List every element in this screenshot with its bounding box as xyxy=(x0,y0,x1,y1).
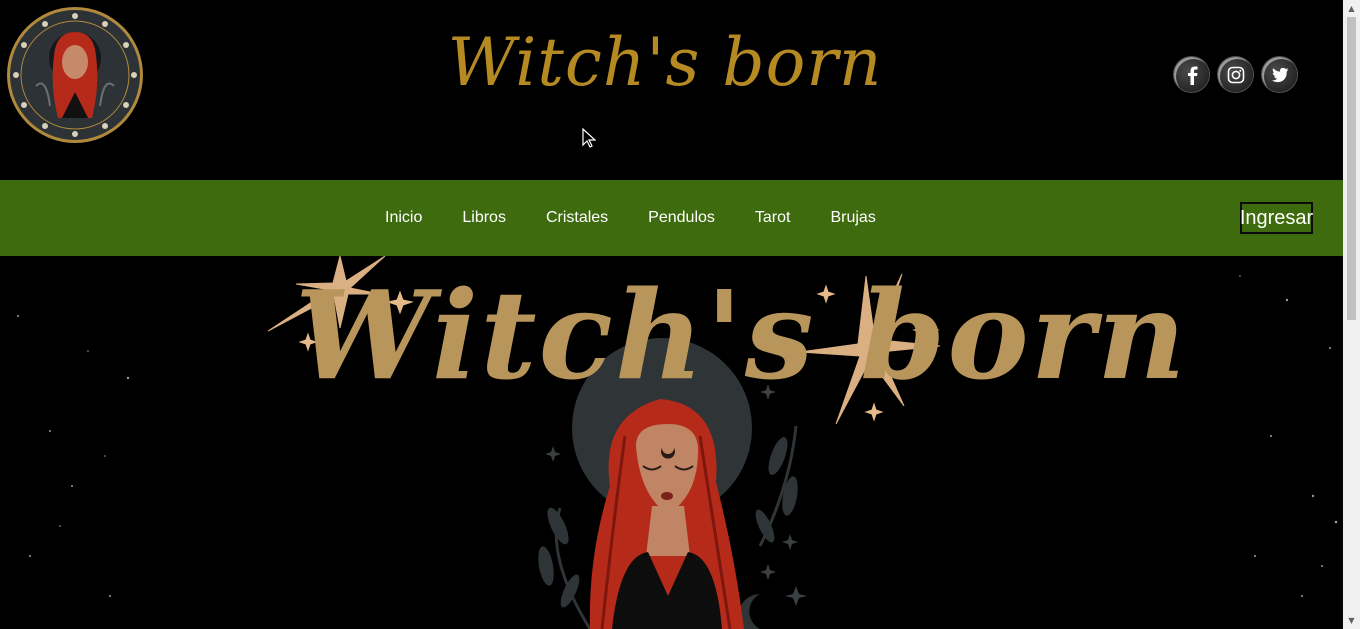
facebook-icon xyxy=(1187,66,1197,85)
nav-menu: Inicio Libros Cristales Pendulos Tarot B… xyxy=(365,180,896,256)
facebook-button[interactable] xyxy=(1174,57,1209,92)
nav-item-inicio[interactable]: Inicio xyxy=(365,209,442,227)
scroll-up-arrow-icon[interactable]: ▲ xyxy=(1343,0,1360,17)
page-scrollbar[interactable]: ▲ ▼ xyxy=(1343,0,1360,629)
site-header: Witch's born xyxy=(0,0,1343,180)
scrollbar-thumb[interactable] xyxy=(1347,17,1356,320)
hero-title: Witch's born xyxy=(295,263,1188,407)
scroll-down-arrow-icon[interactable]: ▼ xyxy=(1343,612,1360,629)
social-links xyxy=(1174,57,1297,93)
nav-item-brujas[interactable]: Brujas xyxy=(810,209,895,227)
main-navigation: Inicio Libros Cristales Pendulos Tarot B… xyxy=(0,180,1343,256)
page: Witch's born Inicio Libros Cristales Pen… xyxy=(0,0,1360,629)
mouse-cursor-icon xyxy=(582,128,596,148)
hero-banner: Witch's born xyxy=(0,256,1343,629)
nav-item-cristales[interactable]: Cristales xyxy=(526,209,628,227)
nav-item-libros[interactable]: Libros xyxy=(442,209,526,227)
nav-item-tarot[interactable]: Tarot xyxy=(735,209,811,227)
instagram-icon xyxy=(1227,66,1244,83)
instagram-button[interactable] xyxy=(1218,57,1253,92)
logo-icon[interactable] xyxy=(6,6,144,144)
nav-item-pendulos[interactable]: Pendulos xyxy=(628,209,735,227)
twitter-icon xyxy=(1271,67,1288,82)
site-title: Witch's born xyxy=(447,24,883,101)
twitter-button[interactable] xyxy=(1262,57,1297,92)
login-button[interactable]: Ingresar xyxy=(1240,202,1313,234)
